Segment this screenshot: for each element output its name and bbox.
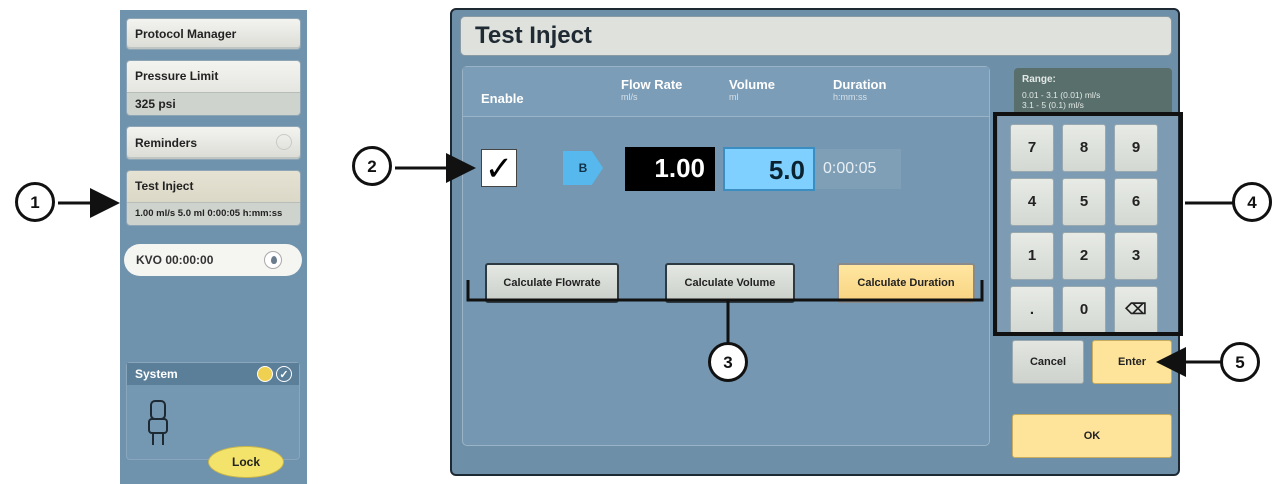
- callout-3: 3: [708, 342, 748, 382]
- callout-4: 4: [1232, 182, 1272, 222]
- callout-2: 2: [352, 146, 392, 186]
- callout-arrows: [58, 153, 1234, 377]
- callout-5: 5: [1220, 342, 1260, 382]
- callout-3-bracket: [466, 280, 984, 302]
- callout-1: 1: [15, 182, 55, 222]
